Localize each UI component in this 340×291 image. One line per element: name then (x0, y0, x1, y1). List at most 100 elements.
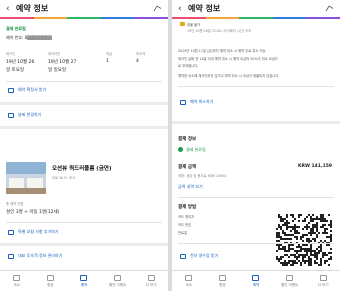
qr-module (308, 256, 310, 258)
back-icon[interactable]: ‹ (6, 4, 16, 14)
qr-module (288, 260, 290, 262)
qr-module (276, 236, 278, 238)
qr-module (296, 258, 298, 260)
qr-module (276, 250, 278, 252)
qr-module (304, 262, 306, 264)
rooms-label: 객실 (106, 52, 113, 56)
cancel-policy-line-1: 2019년 10월 11일 (금)까지 예약 취소 시 예약 무료 취소 가능. (178, 49, 267, 53)
e-receipt-button[interactable]: 전자 영수증 받기 (190, 253, 218, 259)
qr-module (296, 256, 298, 258)
qr-module (302, 228, 304, 230)
tag-icon (286, 274, 294, 281)
qr-module (308, 260, 310, 262)
qr-module (312, 226, 314, 228)
qr-module (312, 220, 314, 222)
qr-module (322, 218, 324, 220)
tab-more[interactable]: 더 보기 (306, 271, 340, 291)
qr-module (328, 244, 330, 246)
qr-module (324, 252, 326, 254)
qr-module (288, 248, 290, 250)
qr-module (308, 264, 310, 266)
qr-module (320, 246, 322, 248)
section-gap (172, 121, 340, 124)
screenshot-stage: ‹ 예약 정보 결제 완료됨 예약 번호: 8▒▒▒▒▒▒▒▒ 체크인 19년 … (0, 0, 340, 291)
qr-module (330, 222, 332, 224)
tab-more[interactable]: 더 보기 (134, 271, 168, 291)
cancel-booking-button[interactable]: 예약 취소하기 (190, 99, 213, 105)
qr-module (312, 238, 314, 240)
tab-stays[interactable]: 숙소 (172, 271, 206, 291)
room-name[interactable]: 오션뷰 쿼드러플룸 (금연) (52, 164, 111, 172)
booking-status: 결제 완료됨 (6, 26, 26, 31)
tax-included: 포함: 세금 및 봉사료 KRW 20692 (178, 174, 227, 178)
guest-info-button[interactable]: 대표 투숙객 정보 관리하기 (18, 253, 62, 259)
tab-deals[interactable]: 할인 이벤트 (101, 271, 135, 291)
amount-label: 결제 금액 (178, 165, 197, 170)
qr-module (284, 260, 286, 262)
confirmation-link[interactable]: 예약 확정서 받기 (18, 87, 46, 93)
qr-module (324, 262, 326, 264)
qr-module (278, 226, 280, 228)
qr-module (284, 262, 286, 264)
qr-module (280, 248, 282, 250)
qr-module (294, 232, 296, 234)
qr-module (320, 262, 322, 264)
bottom-tab-bar: 숙소 항공 예약 할인 이벤트 더 보기 (172, 270, 340, 291)
qr-module (288, 256, 290, 258)
special-request-button[interactable]: 특별 요청 사항 추가하기 (18, 229, 59, 235)
tab-bookings[interactable]: 예약 (67, 271, 101, 291)
qr-module (320, 264, 322, 266)
qr-module (290, 238, 292, 240)
qr-module (276, 234, 278, 236)
qr-module (314, 238, 316, 240)
qr-module (286, 226, 288, 228)
tab-flights[interactable]: 항공 (34, 271, 68, 291)
tab-stays[interactable]: 숙소 (0, 271, 34, 291)
qr-module (290, 264, 292, 266)
qr-module (278, 244, 280, 246)
qr-module (324, 220, 326, 222)
qr-module (284, 224, 286, 226)
qr-module (316, 254, 318, 256)
price-detail-link[interactable]: 금액 내역 보기 (178, 184, 203, 190)
tab-bookings[interactable]: 예약 (239, 271, 273, 291)
qr-module (328, 214, 330, 216)
qr-module (330, 230, 332, 232)
qr-module (280, 226, 282, 228)
share-icon[interactable] (325, 5, 334, 12)
tab-flights[interactable]: 항공 (206, 271, 240, 291)
back-icon[interactable]: ‹ (178, 4, 188, 14)
room-photo[interactable] (6, 162, 46, 194)
tab-label: 숙소 (185, 282, 193, 287)
qr-module (316, 258, 318, 260)
qr-module (278, 246, 280, 248)
qr-module (302, 244, 304, 246)
qr-module (302, 248, 304, 250)
qr-module (278, 214, 280, 216)
card-number-label: 카드 번호 (178, 223, 192, 227)
qr-module (286, 250, 288, 252)
qr-module (330, 248, 332, 250)
qr-module (278, 234, 280, 236)
share-icon[interactable] (153, 5, 162, 12)
brand-stripe (172, 17, 340, 19)
change-dates-button[interactable]: 날짜 변경하기 (18, 112, 41, 118)
qr-module (316, 248, 318, 250)
tab-deals[interactable]: 할인 이벤트 (273, 271, 307, 291)
qr-module (278, 232, 280, 234)
qr-module (284, 254, 286, 256)
guest-count-label: 총 예약 인원 (6, 202, 24, 206)
section-gap (0, 126, 168, 129)
qr-module (310, 240, 312, 242)
qr-module (324, 254, 326, 256)
tab-label: 항공 (47, 282, 54, 287)
qr-module (326, 220, 328, 222)
section-gap (0, 243, 168, 246)
qr-module (282, 230, 284, 232)
qr-module (304, 226, 306, 228)
qr-module (296, 246, 298, 248)
qr-module (324, 232, 326, 234)
qr-module (324, 240, 326, 242)
page-title: 예약 정보 (188, 4, 221, 13)
qr-module (302, 256, 304, 258)
